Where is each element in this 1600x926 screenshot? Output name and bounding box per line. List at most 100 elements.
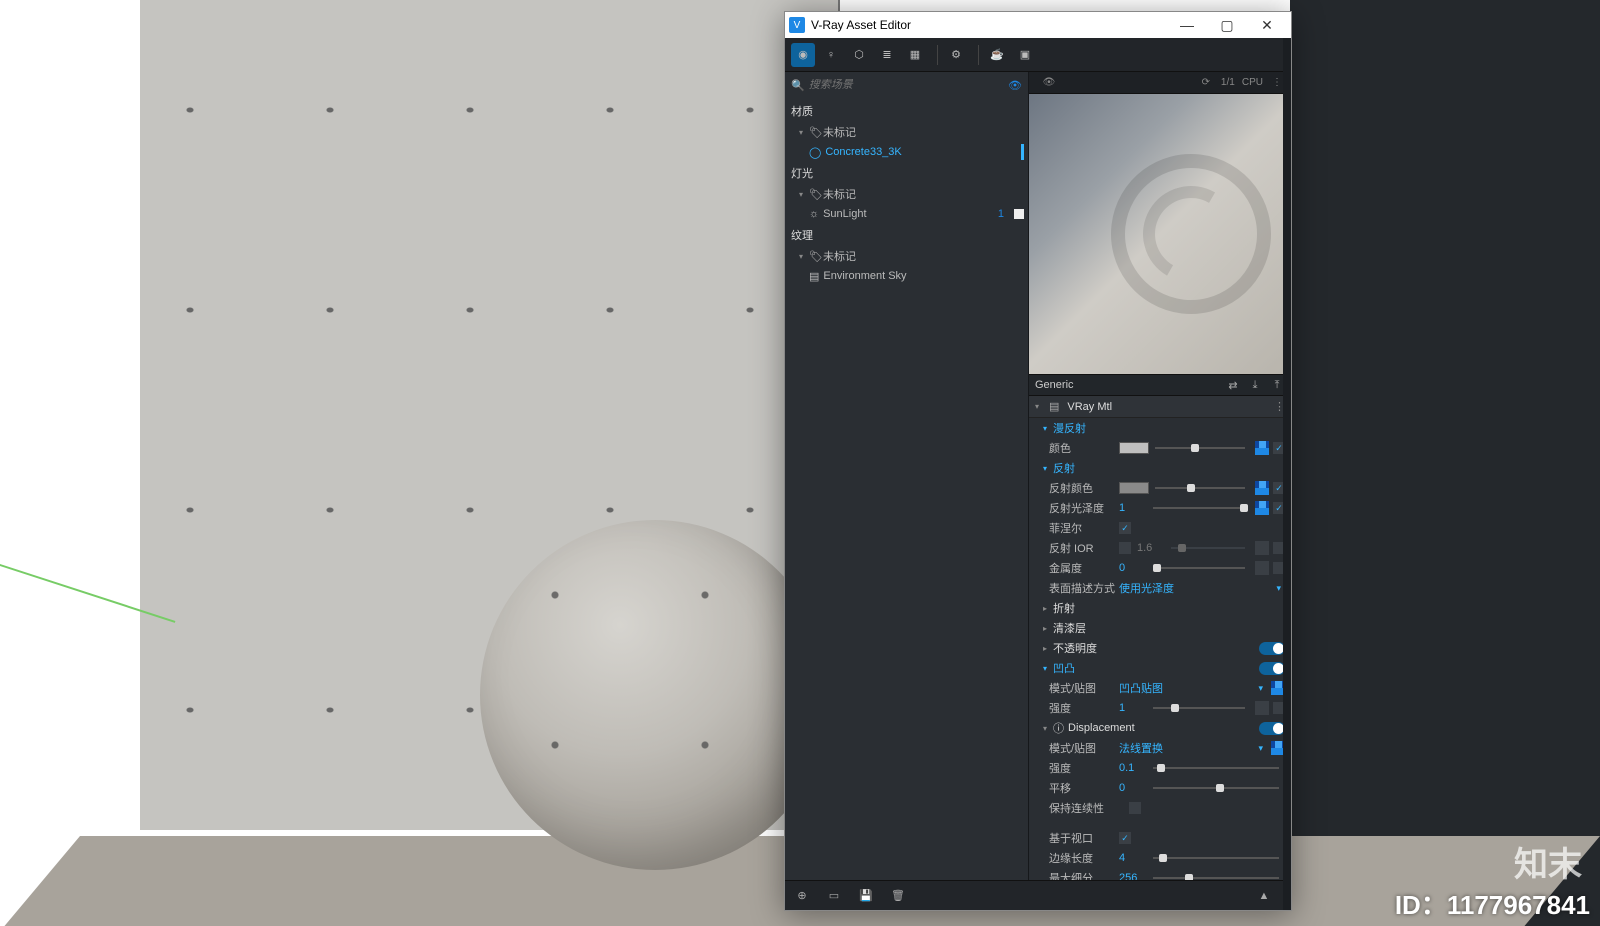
- reflect-gloss-slider[interactable]: [1153, 502, 1245, 514]
- keep-continuity-checkbox[interactable]: [1129, 802, 1141, 814]
- scrollbar-gutter[interactable]: [1283, 38, 1291, 910]
- tree-item-material[interactable]: ◯ Concrete33_3K: [785, 142, 1028, 162]
- param-fresnel: 菲涅尔: [1029, 518, 1291, 538]
- section-opacity[interactable]: ▸不透明度: [1029, 638, 1291, 658]
- fresnel-checkbox[interactable]: [1119, 522, 1131, 534]
- disp-shift-value[interactable]: 0: [1119, 782, 1147, 794]
- reflect-color-swatch[interactable]: [1119, 482, 1149, 494]
- diffuse-color-swatch[interactable]: [1119, 442, 1149, 454]
- param-color: 颜色: [1029, 438, 1291, 458]
- geometry-tab-icon[interactable]: ⬡: [847, 43, 871, 67]
- asset-tree[interactable]: 材质 ▾🏷 未标记 ◯ Concrete33_3K 灯光 ▾🏷 未标记 ☼: [785, 98, 1028, 880]
- section-bump[interactable]: ▾凹凸: [1029, 658, 1291, 678]
- param-view-dependent: 基于视口: [1029, 828, 1291, 848]
- editor-footer: ⊕ ▭ 💾 🗑 ▲: [785, 880, 1291, 910]
- bump-strength-value[interactable]: 1: [1119, 702, 1147, 714]
- disp-strength-slider[interactable]: [1153, 762, 1279, 774]
- reflect-ior-value[interactable]: 1.6: [1137, 542, 1165, 554]
- edge-length-value[interactable]: 4: [1119, 852, 1147, 864]
- max-subdivs-slider[interactable]: [1153, 872, 1279, 880]
- delete-icon[interactable]: 🗑: [887, 885, 909, 907]
- disp-mode-value[interactable]: 法线置换: [1119, 740, 1163, 756]
- section-refraction[interactable]: ▸折射: [1029, 598, 1291, 618]
- maximize-button[interactable]: ▢: [1207, 12, 1247, 38]
- tree-item-env-sky[interactable]: ▤ Environment Sky: [785, 266, 1028, 286]
- metalness-value[interactable]: 0: [1119, 562, 1147, 574]
- opacity-toggle[interactable]: [1259, 642, 1285, 655]
- search-row: 🔍 👁: [785, 72, 1028, 98]
- param-reflect-ior: 反射 IOR 1.6: [1029, 538, 1291, 558]
- material-preview[interactable]: [1029, 94, 1291, 374]
- tree-group-untagged-textures[interactable]: ▾🏷 未标记: [785, 246, 1028, 266]
- materials-tab-icon[interactable]: ◉: [791, 43, 815, 67]
- preview-visibility-icon[interactable]: 👁: [1041, 75, 1057, 91]
- bump-strength-slider[interactable]: [1153, 702, 1245, 714]
- tree-item-sunlight[interactable]: ☼ SunLight 1: [785, 204, 1028, 224]
- tree-category-materials: 材质: [785, 100, 1028, 122]
- render-elements-tab-icon[interactable]: ≣: [875, 43, 899, 67]
- parameters-scroll[interactable]: ▾漫反射 颜色 ▾反射 反射颜色 反射光泽度: [1029, 418, 1291, 880]
- tree-category-lights: 灯光: [785, 162, 1028, 184]
- edge-length-slider[interactable]: [1153, 852, 1279, 864]
- param-keep-continuity: 保持连续性: [1029, 798, 1291, 818]
- section-diffuse[interactable]: ▾漫反射: [1029, 418, 1291, 438]
- filter-lock-icon[interactable]: 👁: [1008, 79, 1022, 92]
- reflect-ior-slider[interactable]: [1171, 542, 1245, 554]
- open-folder-icon[interactable]: ▭: [823, 885, 845, 907]
- chevron-down-icon[interactable]: ▾: [1258, 683, 1263, 694]
- reflect-ior-lock[interactable]: [1119, 542, 1131, 554]
- watermark-brand: 知末: [1514, 837, 1582, 886]
- displacement-toggle[interactable]: [1259, 722, 1285, 735]
- reflect-color-slider[interactable]: [1155, 482, 1245, 494]
- diffuse-map-button[interactable]: [1255, 441, 1269, 455]
- bump-strength-map-button[interactable]: [1255, 701, 1269, 715]
- chevron-down-icon[interactable]: ▾: [1276, 583, 1281, 594]
- settings-tab-icon[interactable]: ⚙: [944, 43, 968, 67]
- metalness-slider[interactable]: [1153, 562, 1245, 574]
- reflect-color-map-button[interactable]: [1255, 481, 1269, 495]
- material-sphere: [480, 520, 830, 870]
- reflect-gloss-map-button[interactable]: [1255, 501, 1269, 515]
- reflect-gloss-value[interactable]: 1: [1119, 502, 1147, 514]
- material-name-header[interactable]: ▾▤ VRay Mtl ⋮: [1029, 396, 1291, 418]
- vray-logo-icon: V: [789, 17, 805, 33]
- preview-refresh-icon[interactable]: ⟳: [1198, 75, 1214, 91]
- search-input[interactable]: [809, 79, 1008, 91]
- minimize-button[interactable]: —: [1167, 12, 1207, 38]
- section-reflection[interactable]: ▾反射: [1029, 458, 1291, 478]
- preview-mode-label[interactable]: CPU: [1242, 75, 1263, 91]
- section-displacement[interactable]: ▾ ⓘ Displacement: [1029, 718, 1291, 738]
- tree-group-untagged[interactable]: ▾🏷 未标记: [785, 122, 1028, 142]
- close-button[interactable]: ✕: [1247, 12, 1287, 38]
- reflect-ior-map-button[interactable]: [1255, 541, 1269, 555]
- surface-mode-value[interactable]: 使用光泽度: [1119, 580, 1174, 596]
- max-subdivs-value[interactable]: 256: [1119, 872, 1147, 880]
- disp-strength-value[interactable]: 0.1: [1119, 762, 1147, 774]
- lights-tab-icon[interactable]: ♀: [819, 43, 843, 67]
- titlebar[interactable]: V V-Ray Asset Editor — ▢ ✕: [785, 12, 1291, 38]
- search-icon: 🔍: [791, 79, 805, 92]
- render-button-icon[interactable]: ☕: [985, 43, 1009, 67]
- param-disp-shift: 平移 0: [1029, 778, 1291, 798]
- purge-icon[interactable]: ▲: [1253, 885, 1275, 907]
- frame-buffer-icon[interactable]: ▣: [1013, 43, 1037, 67]
- metalness-map-button[interactable]: [1255, 561, 1269, 575]
- param-surface-mode: 表面描述方式 使用光泽度 ▾: [1029, 578, 1291, 598]
- chevron-down-icon[interactable]: ▾: [1258, 743, 1263, 754]
- disp-shift-slider[interactable]: [1153, 782, 1279, 794]
- add-asset-icon[interactable]: ⊕: [791, 885, 813, 907]
- diffuse-color-slider[interactable]: [1155, 442, 1245, 454]
- bump-mode-value[interactable]: 凹凸贴图: [1119, 680, 1163, 696]
- swap-icon[interactable]: ⇄: [1225, 377, 1241, 393]
- bump-toggle[interactable]: [1259, 662, 1285, 675]
- save-icon[interactable]: 💾: [855, 885, 877, 907]
- param-bump-mode: 模式/贴图 凹凸贴图 ▾: [1029, 678, 1291, 698]
- param-disp-mode: 模式/贴图 法线置换 ▾: [1029, 738, 1291, 758]
- textures-tab-icon[interactable]: ▦: [903, 43, 927, 67]
- import-icon[interactable]: ⤓: [1247, 377, 1263, 393]
- light-enable-toggle[interactable]: [1014, 209, 1024, 219]
- tree-group-untagged-lights[interactable]: ▾🏷 未标记: [785, 184, 1028, 204]
- section-coat[interactable]: ▸清漆层: [1029, 618, 1291, 638]
- engine-label: Generic: [1035, 379, 1074, 391]
- view-dependent-checkbox[interactable]: [1119, 832, 1131, 844]
